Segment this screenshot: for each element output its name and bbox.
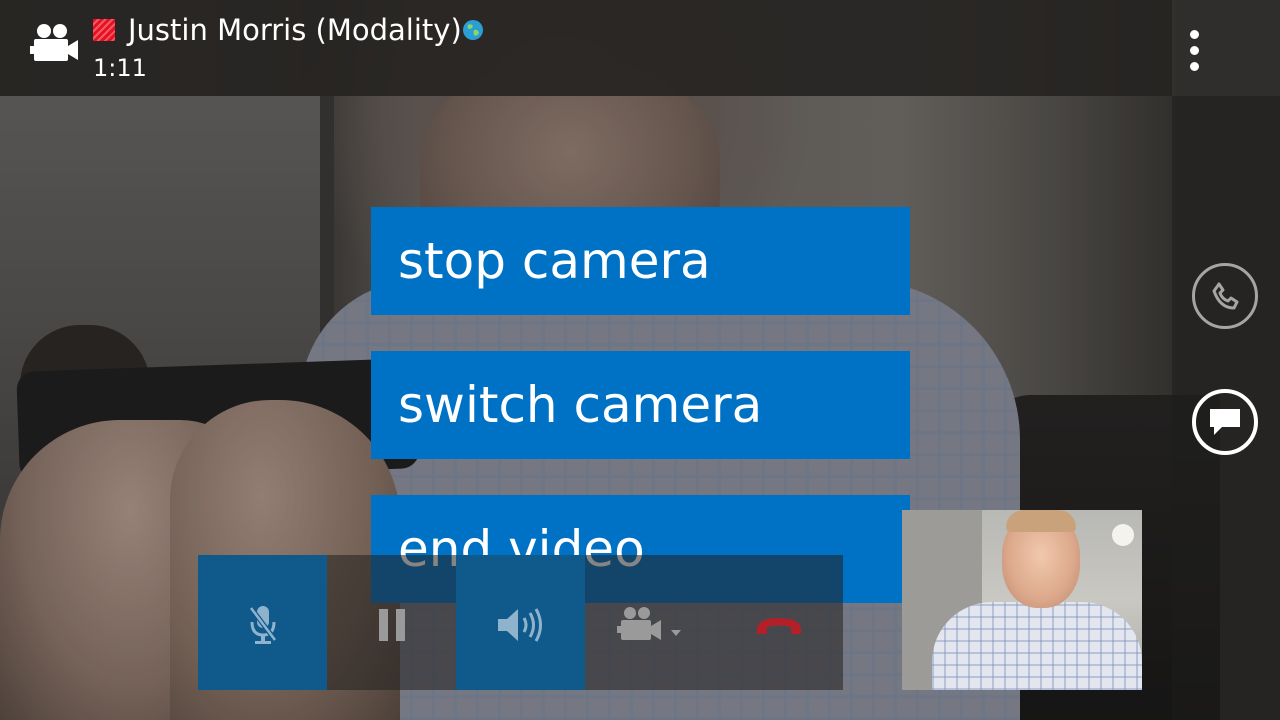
more-options-button[interactable] — [1182, 30, 1206, 80]
video-toggle-button[interactable] — [585, 555, 714, 690]
pause-icon — [378, 609, 405, 641]
globe-icon — [463, 20, 483, 40]
speaker-button[interactable] — [456, 555, 585, 690]
stop-camera-menu-item[interactable]: stop camera — [371, 207, 910, 315]
contact-name[interactable]: Justin Morris (Modality) — [128, 10, 462, 50]
chat-button[interactable] — [1192, 389, 1258, 455]
hang-up-icon — [756, 618, 801, 634]
video-camera-icon — [30, 24, 78, 61]
self-view-participant-hair — [1006, 510, 1076, 532]
self-view-video[interactable] — [902, 510, 1142, 690]
mic-muted-icon — [248, 606, 277, 644]
more-dots-icon — [1189, 30, 1199, 39]
speaker-icon — [497, 608, 542, 642]
presence-busy-icon — [93, 19, 115, 41]
call-controls-bar — [198, 555, 843, 690]
call-duration: 1:11 — [93, 54, 147, 82]
self-view-participant-body — [932, 602, 1142, 690]
hold-button[interactable] — [327, 555, 456, 690]
phone-icon — [1212, 282, 1239, 310]
self-view-ceiling-light — [1112, 524, 1134, 546]
chat-icon — [1210, 409, 1240, 435]
video-camera-dropdown-icon — [616, 607, 681, 640]
mute-button[interactable] — [198, 555, 327, 690]
audio-call-button[interactable] — [1192, 263, 1258, 329]
switch-camera-menu-item[interactable]: switch camera — [371, 351, 910, 459]
end-call-button[interactable] — [714, 555, 843, 690]
call-header: Justin Morris (Modality) 1:11 — [0, 0, 1172, 96]
